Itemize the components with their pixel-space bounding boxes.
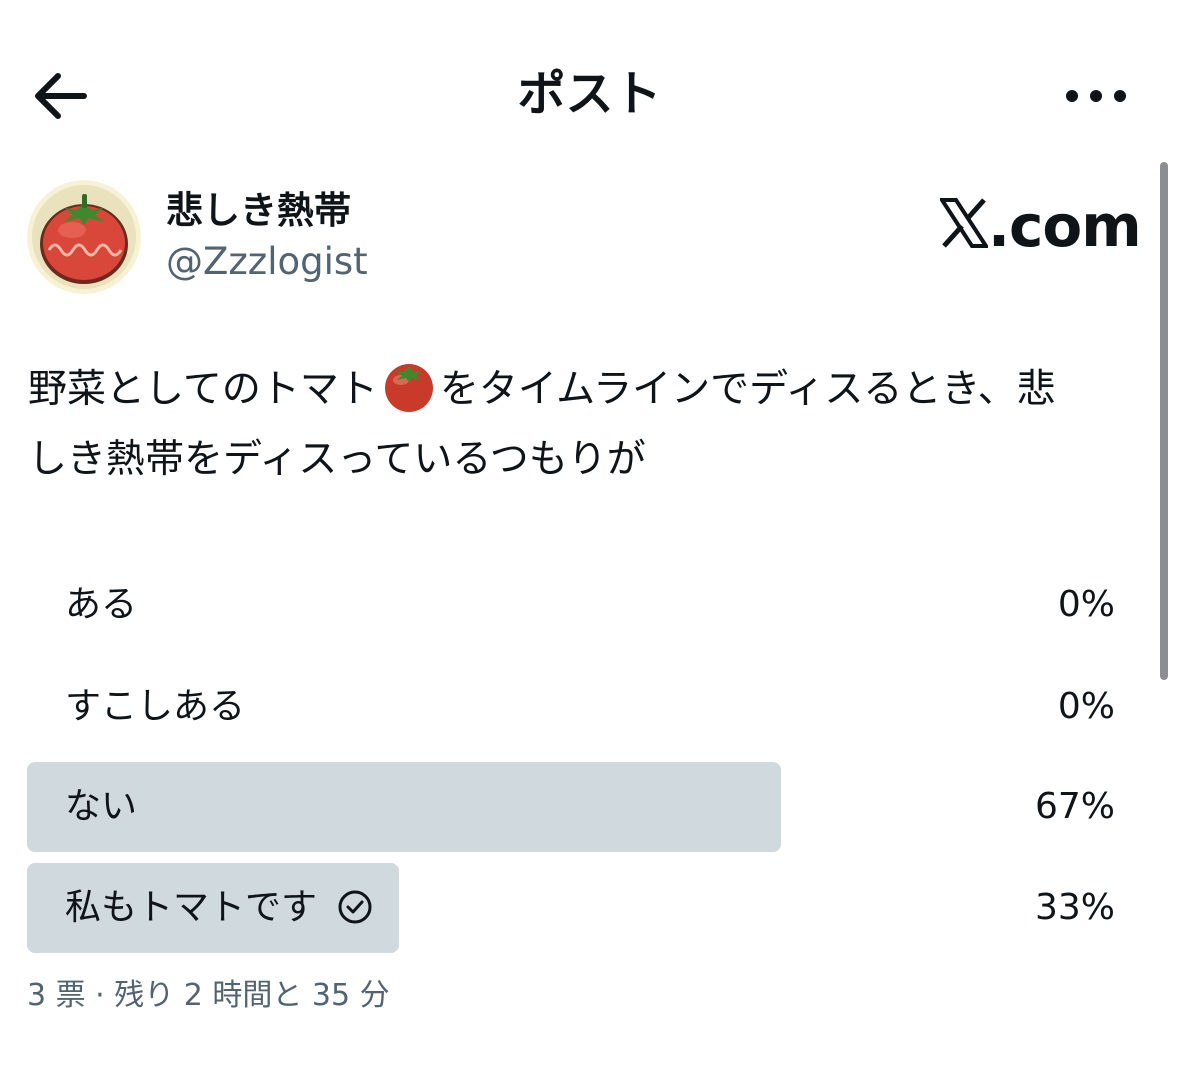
- poll-option[interactable]: ある 0%: [27, 560, 1127, 650]
- tomato-avatar: [27, 180, 141, 294]
- post-text-segment: 野菜としてのトマト: [28, 367, 378, 412]
- avatar[interactable]: [27, 180, 141, 294]
- poll-option-label: ある: [65, 584, 138, 625]
- author-name[interactable]: 悲しき熱帯: [166, 186, 351, 236]
- poll-option-percent: 0%: [1057, 584, 1115, 625]
- check-circle-icon: [338, 890, 372, 924]
- x-logo-icon: [940, 198, 988, 248]
- poll-option-selected[interactable]: 私もトマトです 33%: [27, 863, 1127, 953]
- post-line-2: しき熱帯をディスっているつもりが: [28, 437, 646, 482]
- poll-option-label-wrap: 私もトマトです: [65, 863, 373, 953]
- poll-option-label: ない: [65, 786, 138, 827]
- more-button[interactable]: [1060, 78, 1132, 114]
- top-bar: ポスト: [0, 0, 1179, 160]
- poll-meta: 3 票 · 残り 2 時間と 35 分: [27, 978, 390, 1013]
- poll-option-label: すこしある: [65, 686, 246, 727]
- poll-option-percent: 67%: [1034, 786, 1115, 827]
- poll-option[interactable]: ない 67%: [27, 762, 1127, 852]
- author-handle[interactable]: @Zzzlogist: [166, 238, 368, 286]
- post-line-1: 野菜としてのトマト をタイムラインでディスるとき、悲: [28, 355, 1153, 425]
- scrollbar[interactable]: [1160, 162, 1168, 680]
- poll-option-label: 私もトマトです: [65, 887, 318, 928]
- poll-option[interactable]: すこしある 0%: [27, 662, 1127, 752]
- poll-option-percent: 33%: [1034, 887, 1115, 928]
- post-text-segment: をタイムラインでディスるとき、悲: [439, 367, 1056, 412]
- tomato-emoji: [384, 364, 433, 412]
- page-title: ポスト: [517, 66, 662, 122]
- more-horizontal-icon: [1066, 90, 1126, 102]
- watermark: .com: [940, 192, 1142, 260]
- poll-option-percent: 0%: [1057, 686, 1115, 727]
- post-body: 野菜としてのトマト をタイムラインでディスるとき、悲 しき熱帯をディスっているつ…: [28, 355, 1153, 495]
- poll-bar: [27, 762, 781, 852]
- watermark-text: .com: [988, 192, 1142, 260]
